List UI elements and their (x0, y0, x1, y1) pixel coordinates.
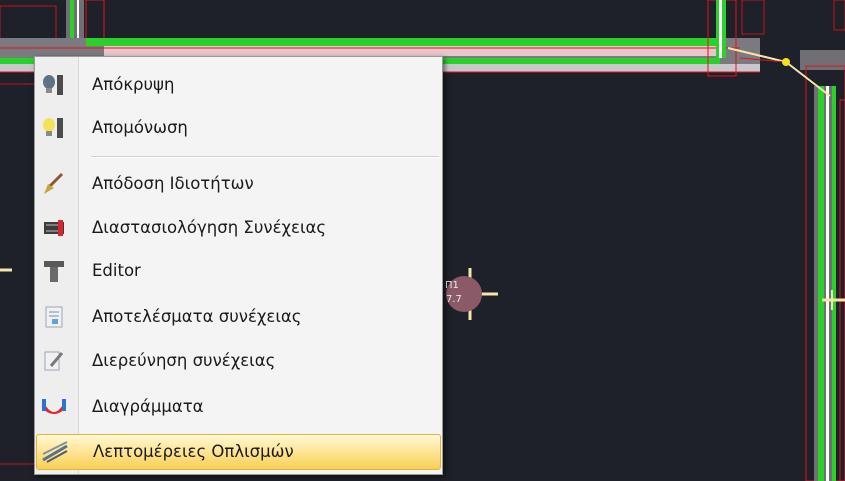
menu-item-continuity-investigation[interactable]: Διερεύνηση συνέχειας (36, 343, 441, 379)
menu-item-label: Διαγράμματα (92, 397, 204, 416)
menu-item-label: Απόδοση Ιδιοτήτων (92, 174, 254, 193)
menu-item-label: Αποτελέσματα συνέχειας (92, 307, 302, 326)
results-sheet-icon (40, 305, 68, 329)
menu-item-label: Διαστασιολόγηση Συνέχειας (92, 218, 327, 237)
menu-item-diagrams[interactable]: Διαγράμματα (36, 389, 441, 425)
rebar-details-icon (41, 440, 69, 464)
menu-item-continuity-results[interactable]: Αποτελέσματα συνέχειας (36, 299, 441, 335)
context-menu: Απόκρυψη Απομόνωση Απόδοση Ιδιοτήτων Δια… (34, 56, 443, 475)
menu-item-hide[interactable]: Απόκρυψη (36, 67, 441, 103)
menu-item-label: Απόκρυψη (92, 75, 175, 94)
menu-item-label: Διερεύνηση συνέχειας (92, 351, 276, 370)
menu-item-label: Απομόνωση (92, 118, 188, 137)
investigation-icon (40, 349, 68, 373)
beam-editor-icon (40, 259, 68, 283)
menu-item-label: Editor (92, 261, 141, 280)
menu-item-assign-properties[interactable]: Απόδοση Ιδιοτήτων (36, 166, 441, 202)
column-node-marker[interactable]: Π1 7.7 (438, 268, 498, 320)
brush-icon (40, 172, 68, 196)
menu-item-label: Λεπτομέρειες Οπλισμών (93, 442, 294, 461)
diagram-icon (40, 395, 68, 419)
menu-item-isolate[interactable]: Απομόνωση (36, 110, 441, 146)
lightbulb-dark-icon (40, 73, 68, 97)
node-label: Π1 (445, 280, 459, 291)
lightbulb-lit-icon (40, 116, 68, 140)
node-value: 7.7 (446, 294, 462, 305)
menu-item-editor[interactable]: Editor (36, 253, 441, 289)
menu-separator (91, 156, 439, 158)
rebar-section-icon (40, 216, 68, 240)
menu-item-continuity-design[interactable]: Διαστασιολόγηση Συνέχειας (36, 210, 441, 246)
menu-item-rebar-details[interactable]: Λεπτομέρειες Οπλισμών (36, 434, 441, 470)
